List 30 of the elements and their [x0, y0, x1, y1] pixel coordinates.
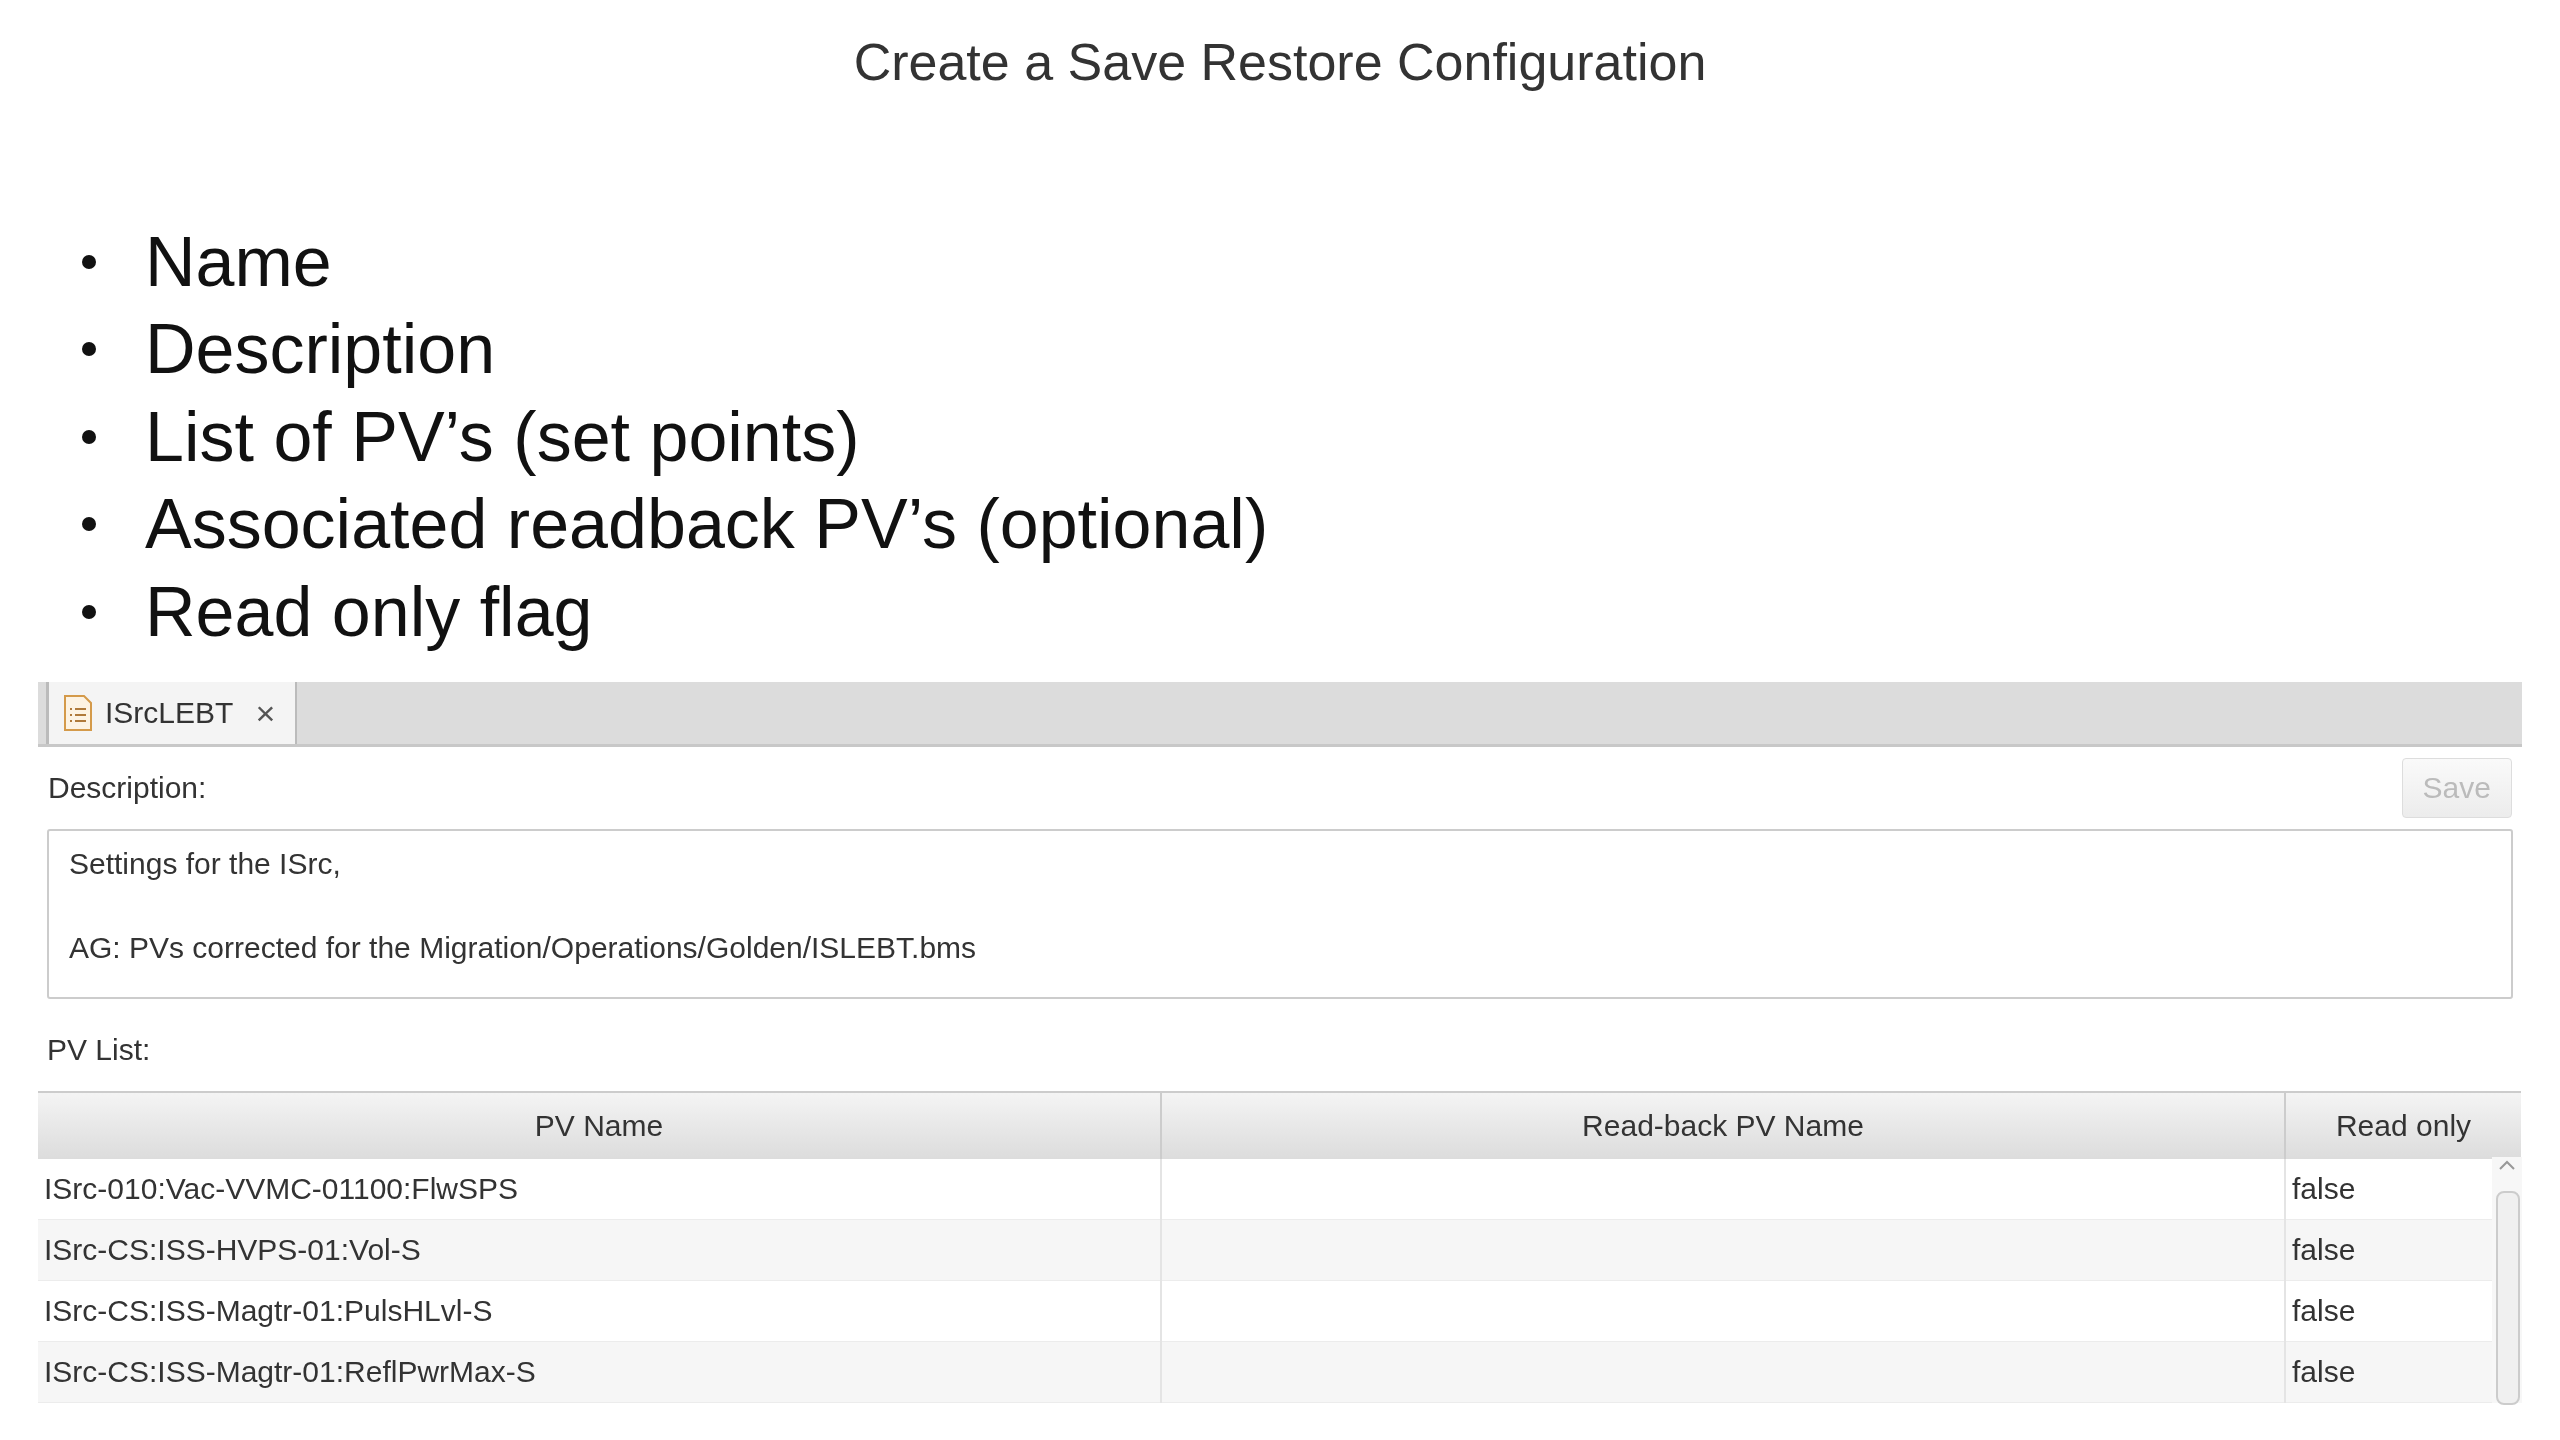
column-header[interactable]: PV Name — [38, 1092, 1161, 1159]
column-header[interactable]: Read-back PV Name — [1161, 1092, 2285, 1159]
pv-list-label: PV List: — [47, 1033, 151, 1066]
bullet-text: Associated readback PV’s (optional) — [145, 484, 1269, 565]
bullet-icon — [82, 254, 96, 269]
table-cell: false — [2292, 1355, 2356, 1388]
table-cell: ISrc-CS:ISS-Magtr-01:ReflPwrMax-S — [44, 1355, 536, 1388]
table-cell: ISrc-CS:ISS-HVPS-01:Vol-S — [44, 1233, 421, 1266]
bullet-icon — [82, 342, 96, 357]
bullet-text: List of PV’s (set points) — [145, 396, 860, 477]
slide-title: Create a Save Restore Configuration — [853, 32, 1707, 92]
table-cell: ISrc-010:Vac-VVMC-01100:FlwSPS — [44, 1172, 519, 1205]
column-header[interactable]: Read only — [2285, 1092, 2521, 1159]
table-cell: false — [2292, 1233, 2356, 1266]
editor-tab[interactable]: ISrcLEBT × — [46, 682, 298, 744]
document-list-icon — [63, 694, 93, 732]
bullet-text: Read only flag — [145, 571, 593, 652]
table-cell: false — [2292, 1294, 2356, 1327]
description-field[interactable]: Settings for the ISrc, AG: PVs corrected for the Migration/Operations/Golden/ISLEBT.bms — [47, 829, 2513, 999]
table-cell: ISrc-CS:ISS-Magtr-01:PulsHLvl-S — [44, 1294, 493, 1327]
scroll-up-icon[interactable] — [2498, 1159, 2516, 1171]
description-label: Description: — [48, 771, 207, 805]
bullet-icon — [82, 429, 96, 444]
scrollbar[interactable] — [2492, 1157, 2522, 1403]
bullet-icon — [82, 517, 96, 532]
close-icon[interactable]: × — [255, 693, 276, 733]
table-cell: false — [2292, 1172, 2356, 1205]
bullet-text: Description — [145, 309, 496, 390]
bullet-icon — [82, 604, 96, 619]
bullet-text: Name — [145, 221, 332, 302]
